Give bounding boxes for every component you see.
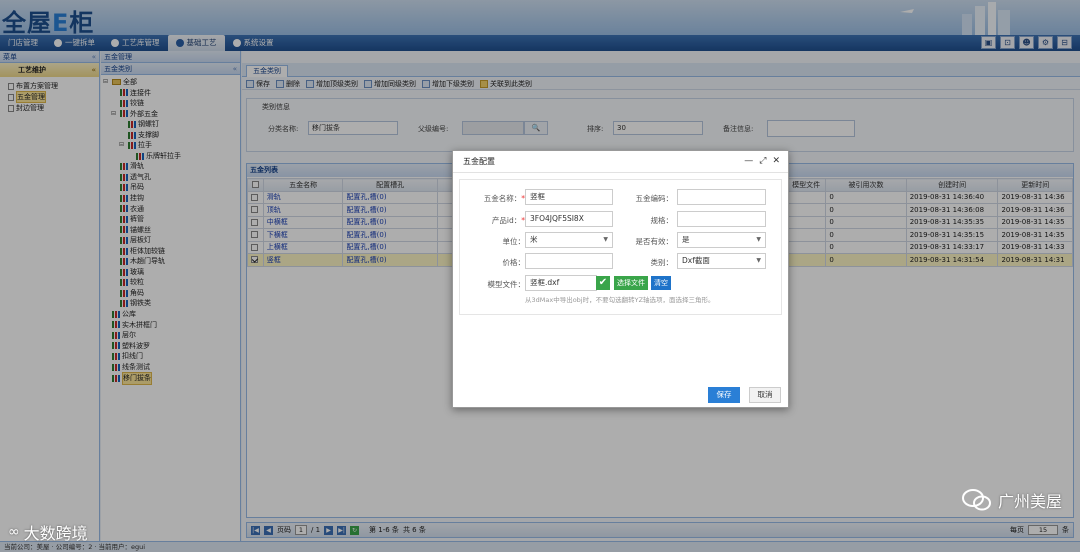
dialog-save-button[interactable]: 保存 (708, 387, 740, 403)
check-icon: ✔ (596, 276, 610, 290)
valid-label: 是否有效： (635, 237, 674, 246)
brand-mark-icon: ∞ (8, 524, 20, 540)
minimize-icon[interactable]: — (744, 156, 753, 166)
wechat-icon (961, 489, 991, 511)
model-hint: 从3dMax中导出obj时，不要勾选翻转YZ轴选项，面选择三角形。 (525, 296, 715, 304)
maximize-icon[interactable]: ⤢ (759, 156, 766, 166)
price-input[interactable] (525, 253, 613, 269)
product-id-input[interactable]: 3FO4JQF5SI8X (525, 211, 613, 227)
hardware-code-input[interactable] (677, 189, 766, 205)
spec-label: 规格： (650, 216, 674, 225)
model-file-label: 模型文件： (487, 280, 526, 289)
hardware-config-dialog: 五金配置 — ⤢ ✕ 五金名称：* 竖框 五金编码： 产品id：* 3FO4JQ… (452, 150, 789, 408)
dialog-controls: — ⤢ ✕ (744, 156, 780, 166)
watermark-right: 广州美屋 (961, 488, 1062, 512)
code-label: 五金编码： (635, 194, 674, 203)
type-select[interactable]: Dxf截面 ▼ (677, 253, 766, 269)
close-icon[interactable]: ✕ (772, 156, 780, 166)
name-label: 五金名称：* (483, 194, 525, 203)
chevron-down-icon: ▼ (603, 236, 608, 243)
type-label: 类别： (650, 258, 674, 267)
price-label: 价格： (502, 258, 526, 267)
watermark-left: ∞ 大数跨境 (8, 524, 88, 543)
valid-select[interactable]: 是 ▼ (677, 232, 766, 248)
unit-label: 单位： (502, 237, 526, 246)
clear-file-button[interactable]: 清空 (651, 276, 671, 290)
hardware-name-input[interactable]: 竖框 (525, 189, 613, 205)
dialog-cancel-button[interactable]: 取消 (749, 387, 781, 403)
dialog-title: 五金配置 (453, 151, 788, 173)
chevron-down-icon: ▼ (756, 257, 761, 264)
product-id-label: 产品id：* (491, 216, 525, 225)
model-file-input[interactable]: 竖框.dxf (525, 275, 597, 291)
spec-input[interactable] (677, 211, 766, 227)
unit-select[interactable]: 米 ▼ (525, 232, 613, 248)
chevron-down-icon: ▼ (756, 236, 761, 243)
choose-file-button[interactable]: 选择文件 (614, 276, 648, 290)
